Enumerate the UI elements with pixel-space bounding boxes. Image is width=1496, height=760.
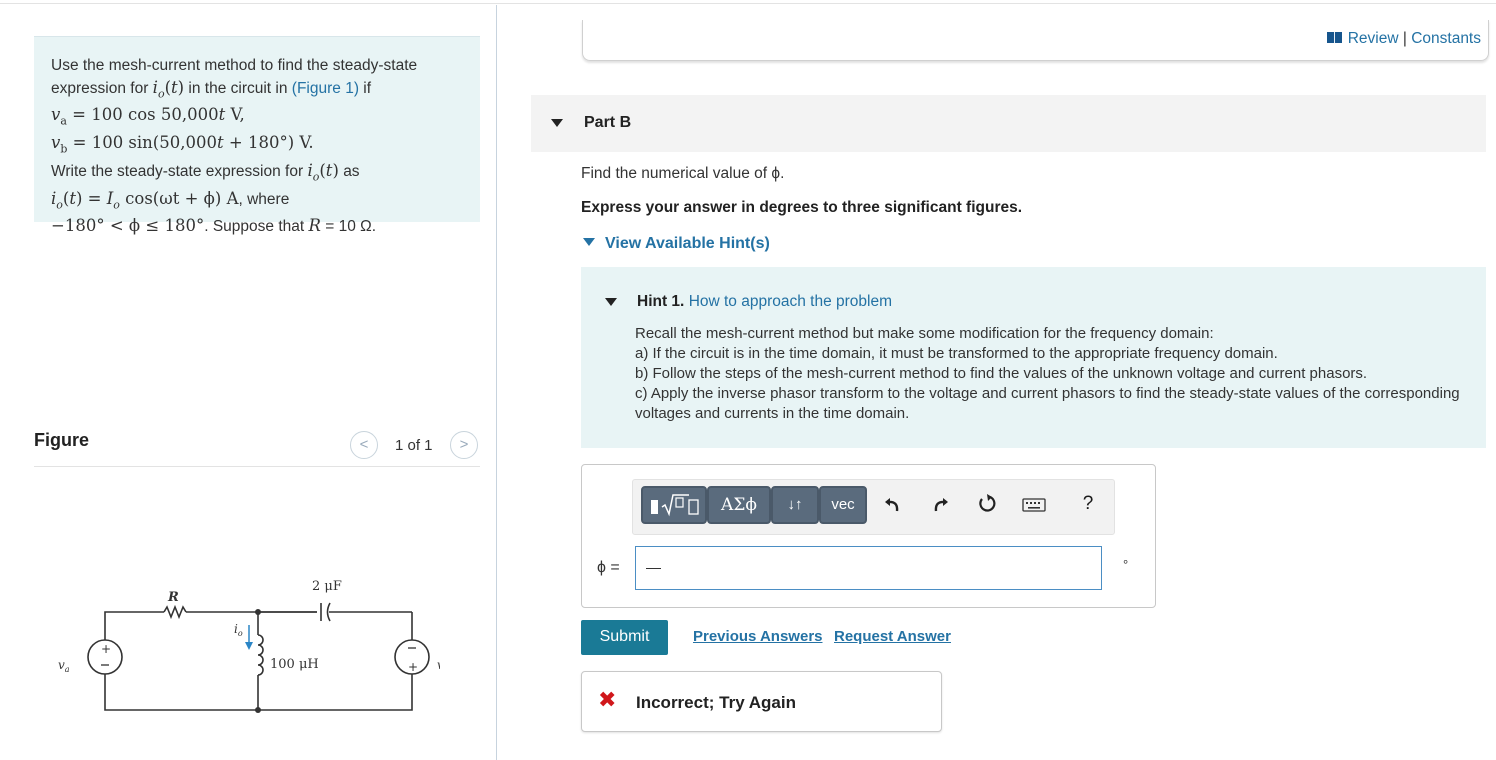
answer-panel: ΑΣϕ ↓↑ vec ? ϕ = ° bbox=[581, 464, 1156, 608]
degree-unit: ° bbox=[1123, 557, 1129, 572]
greek-symbols-button[interactable]: ΑΣϕ bbox=[707, 486, 771, 524]
keyboard-icon[interactable] bbox=[1022, 495, 1046, 519]
hint-line: Recall the mesh-current method but make … bbox=[635, 325, 1214, 342]
incorrect-x-icon: ✖ bbox=[598, 687, 617, 712]
feedback-box: ✖ Incorrect; Try Again bbox=[581, 671, 942, 732]
hint-body: Recall the mesh-current method but make … bbox=[635, 324, 1475, 424]
vector-button[interactable]: vec bbox=[819, 486, 867, 524]
figure-pager: < 1 of 1 > bbox=[350, 431, 480, 459]
io-label: io bbox=[234, 622, 243, 638]
part-b-title: Part B bbox=[584, 114, 632, 131]
templates-button[interactable] bbox=[641, 486, 707, 524]
submit-button[interactable]: Submit bbox=[581, 620, 668, 655]
hint-panel: Hint 1. How to approach the problem Reca… bbox=[581, 267, 1486, 448]
if-word: if bbox=[363, 79, 372, 97]
svg-text:+: + bbox=[408, 660, 418, 674]
problem-statement: Use the mesh-current method to find the … bbox=[34, 36, 480, 235]
inductor-label: 100 μH bbox=[270, 657, 319, 672]
r-symbol: R bbox=[308, 216, 321, 236]
svg-text:+: + bbox=[101, 642, 111, 656]
next-figure-button[interactable]: > bbox=[450, 431, 478, 459]
in-circuit-text: in the circuit in bbox=[188, 79, 288, 97]
hints-toggle-label: View Available Hint(s) bbox=[605, 235, 770, 252]
capacitor-label: 2 μF bbox=[312, 579, 342, 594]
help-button[interactable]: ? bbox=[1076, 492, 1100, 516]
circuit-diagram: + + R 2 μF 100 μH io va vb bbox=[58, 579, 440, 713]
previous-answers-link[interactable]: Previous Answers bbox=[693, 628, 823, 645]
prev-figure-button[interactable]: < bbox=[350, 431, 378, 459]
view-hints-toggle[interactable]: View Available Hint(s) bbox=[583, 235, 770, 253]
va-label: va bbox=[58, 658, 70, 674]
io-expression: io(t) = Io cos(ωt + ϕ) A bbox=[51, 188, 239, 211]
request-answer-link[interactable]: Request Answer bbox=[834, 628, 951, 645]
figure-link[interactable]: (Figure 1) bbox=[292, 80, 359, 97]
math-toolbar: ΑΣϕ ↓↑ vec ? bbox=[632, 479, 1115, 535]
vb-label: vb bbox=[437, 658, 440, 674]
hint-line: b) Follow the steps of the mesh-current … bbox=[635, 365, 1368, 382]
figure-heading: Figure bbox=[34, 430, 90, 450]
reset-icon[interactable] bbox=[975, 492, 999, 516]
redo-icon[interactable] bbox=[928, 492, 952, 516]
phi-label: ϕ = bbox=[597, 559, 620, 576]
io-symbol-2: io(t) bbox=[307, 160, 339, 184]
phi-range: −180° < ϕ ≤ 180° bbox=[51, 216, 205, 236]
top-divider bbox=[0, 3, 1496, 4]
r-value: = 10 Ω. bbox=[325, 218, 377, 236]
hint-title: How to approach the problem bbox=[688, 293, 893, 310]
phi-answer-input[interactable] bbox=[635, 546, 1102, 590]
subscript-superscript-button[interactable]: ↓↑ bbox=[771, 486, 819, 524]
hint-line: a) If the circuit is in the time domain,… bbox=[635, 345, 1278, 362]
hints-triangle-icon bbox=[583, 238, 595, 246]
vb-equation: vb = 100 sin(50,000t + 180°) V. bbox=[51, 133, 314, 156]
pane-divider bbox=[496, 5, 497, 760]
io-symbol: io(t) bbox=[152, 77, 185, 100]
hint-header[interactable]: Hint 1. How to approach the problem bbox=[637, 293, 892, 311]
instruction-text: Express your answer in degrees to three … bbox=[581, 199, 1023, 216]
undo-icon[interactable] bbox=[881, 492, 905, 516]
collapse-triangle-icon[interactable] bbox=[551, 119, 563, 127]
input-cursor bbox=[646, 568, 661, 569]
part-a-panel bbox=[582, 20, 1489, 61]
hint-collapse-icon[interactable] bbox=[605, 298, 617, 306]
inductor-symbol bbox=[257, 634, 264, 676]
sqrt-template-icon bbox=[651, 494, 699, 517]
pager-text: 1 of 1 bbox=[395, 437, 433, 454]
hint-number: Hint 1. bbox=[637, 293, 685, 310]
part-b-header[interactable]: Part B bbox=[531, 95, 1486, 152]
feedback-text: Incorrect; Try Again bbox=[636, 693, 796, 712]
resistor-symbol bbox=[163, 604, 187, 620]
write-line: Write the steady-state expression for bbox=[51, 162, 304, 180]
as-word: as bbox=[343, 162, 360, 180]
resistor-label: R bbox=[167, 590, 179, 605]
va-equation: va = 100 cos 50,000t V, bbox=[51, 105, 245, 128]
question-text: Find the numerical value of ϕ. bbox=[581, 165, 785, 182]
suppose-text: . Suppose that bbox=[204, 218, 305, 236]
where-word: , where bbox=[238, 190, 290, 208]
hint-line: c) Apply the inverse phasor transform to… bbox=[635, 385, 1460, 422]
figure-divider bbox=[34, 466, 480, 467]
problem-text: Use the mesh-current method to find the … bbox=[51, 55, 471, 238]
